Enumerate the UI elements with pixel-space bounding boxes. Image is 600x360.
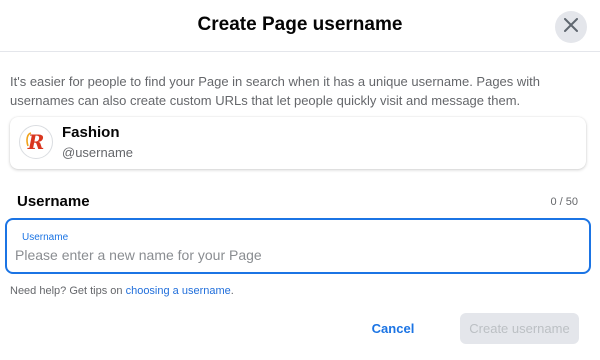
page-handle: @username	[62, 145, 134, 160]
dialog-header: Create Page username	[0, 0, 600, 52]
close-icon	[564, 17, 578, 37]
page-name: Fashion	[62, 124, 120, 141]
dialog-title: Create Page username	[197, 14, 403, 35]
help-prefix: Need help? Get tips on	[10, 285, 126, 297]
username-input-container[interactable]: Username	[5, 218, 591, 274]
username-input[interactable]	[15, 244, 575, 266]
character-counter: 0 / 50	[550, 196, 578, 208]
username-floating-label: Username	[22, 232, 69, 243]
avatar-letter: R	[27, 130, 45, 154]
create-username-button[interactable]: Create username	[460, 313, 579, 344]
username-section-label: Username	[17, 193, 90, 210]
choosing-username-link[interactable]: choosing a username	[126, 285, 231, 297]
page-card: R Fashion @username	[10, 117, 586, 169]
page-logo-icon: R	[26, 130, 45, 154]
cancel-button[interactable]: Cancel	[362, 314, 424, 342]
help-suffix: .	[230, 285, 234, 297]
help-text: Need help? Get tips on choosing a userna…	[10, 285, 234, 297]
avatar: R	[19, 125, 53, 159]
close-button[interactable]	[555, 11, 587, 43]
create-username-dialog: Create Page username It's easier for peo…	[0, 0, 600, 360]
dialog-description: It's easier for people to find your Page…	[10, 74, 541, 108]
